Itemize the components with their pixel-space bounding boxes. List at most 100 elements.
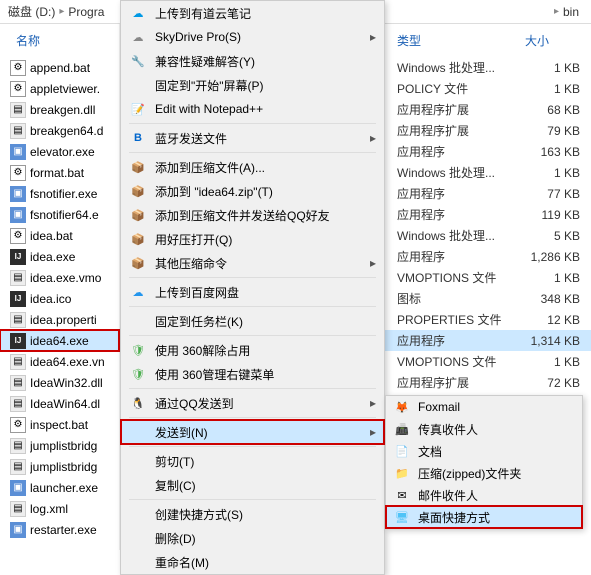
- menu-icon: 🛡: [129, 341, 147, 359]
- file-row[interactable]: IJidea64.exe: [0, 330, 119, 351]
- bat-icon: ⚙: [10, 417, 26, 433]
- detail-row[interactable]: 应用程序119 KB: [385, 204, 591, 225]
- menu-item[interactable]: 📦其他压缩命令▸: [121, 251, 384, 275]
- bc-folder[interactable]: Progra: [68, 5, 104, 19]
- menu-item[interactable]: 重命名(M): [121, 550, 384, 574]
- detail-row[interactable]: 应用程序163 KB: [385, 141, 591, 162]
- detail-row[interactable]: Windows 批处理...1 KB: [385, 57, 591, 78]
- detail-row[interactable]: 应用程序扩展72 KB: [385, 372, 591, 393]
- file-row[interactable]: ⚙format.bat: [0, 162, 119, 183]
- file-size: 119 KB: [525, 208, 580, 222]
- column-header-name[interactable]: 名称: [0, 24, 119, 57]
- menu-item[interactable]: B蓝牙发送文件▸: [121, 126, 384, 150]
- file-name: idea64.exe.vn: [30, 355, 105, 369]
- detail-row[interactable]: 应用程序77 KB: [385, 183, 591, 204]
- detail-row[interactable]: VMOPTIONS 文件1 KB: [385, 267, 591, 288]
- submenu-item[interactable]: 📁压缩(zipped)文件夹: [386, 462, 582, 484]
- menu-item[interactable]: 复制(C): [121, 473, 384, 497]
- file-row[interactable]: ▤breakgen64.d: [0, 120, 119, 141]
- menu-icon: [129, 505, 147, 523]
- file-row[interactable]: ▣restarter.exe: [0, 519, 119, 540]
- file-row[interactable]: ▣launcher.exe: [0, 477, 119, 498]
- menu-item[interactable]: 🛡使用 360管理右键菜单: [121, 362, 384, 386]
- file-row[interactable]: ⚙idea.bat: [0, 225, 119, 246]
- detail-row[interactable]: 应用程序1,286 KB: [385, 246, 591, 267]
- menu-item[interactable]: 📦添加到压缩文件并发送给QQ好友: [121, 203, 384, 227]
- file-row[interactable]: ▤idea.exe.vmo: [0, 267, 119, 288]
- column-header-type[interactable]: 类型: [397, 32, 525, 49]
- menu-separator: [129, 388, 376, 389]
- file-row[interactable]: ⚙append.bat: [0, 57, 119, 78]
- file-size: 1,314 KB: [525, 334, 580, 348]
- menu-label: 用好压打开(Q): [155, 231, 376, 248]
- ij-icon: IJ: [10, 291, 26, 307]
- menu-item[interactable]: 🐧通过QQ发送到▸: [121, 391, 384, 415]
- bc-end[interactable]: bin: [563, 5, 579, 19]
- bc-disk[interactable]: 磁盘 (D:): [8, 3, 55, 20]
- menu-item[interactable]: 删除(D): [121, 526, 384, 550]
- file-row[interactable]: ▤IdeaWin32.dll: [0, 372, 119, 393]
- file-row[interactable]: ▤idea.properti: [0, 309, 119, 330]
- menu-icon: [129, 476, 147, 494]
- file-row[interactable]: ▤jumplistbridg: [0, 456, 119, 477]
- submenu-item[interactable]: 🖥桌面快捷方式: [386, 506, 582, 528]
- menu-icon: [129, 452, 147, 470]
- detail-row[interactable]: POLICY 文件1 KB: [385, 78, 591, 99]
- file-type: POLICY 文件: [397, 80, 525, 97]
- detail-row[interactable]: 应用程序扩展79 KB: [385, 120, 591, 141]
- dll-icon: ▤: [10, 438, 26, 454]
- menu-separator: [129, 277, 376, 278]
- file-row[interactable]: ⚙appletviewer.: [0, 78, 119, 99]
- menu-item[interactable]: 📦添加到压缩文件(A)...: [121, 155, 384, 179]
- menu-item[interactable]: 📝Edit with Notepad++: [121, 97, 384, 121]
- menu-item[interactable]: 🔧兼容性疑难解答(Y): [121, 49, 384, 73]
- file-row[interactable]: ▣elevator.exe: [0, 141, 119, 162]
- menu-label: Edit with Notepad++: [155, 102, 376, 116]
- menu-item[interactable]: ☁上传到百度网盘: [121, 280, 384, 304]
- menu-item[interactable]: 发送到(N)▸: [121, 420, 384, 444]
- file-row[interactable]: ▤idea64.exe.vn: [0, 351, 119, 372]
- menu-label: 重命名(M): [155, 554, 376, 571]
- detail-row[interactable]: Windows 批处理...5 KB: [385, 225, 591, 246]
- file-type: 应用程序: [397, 206, 525, 223]
- menu-label: 通过QQ发送到: [155, 395, 362, 412]
- menu-icon: 📦: [129, 206, 147, 224]
- file-name: idea.exe: [30, 250, 75, 264]
- submenu-label: 桌面快捷方式: [418, 509, 490, 526]
- detail-row[interactable]: 应用程序1,314 KB: [385, 330, 591, 351]
- file-row[interactable]: ▤breakgen.dll: [0, 99, 119, 120]
- file-row[interactable]: ▤IdeaWin64.dl: [0, 393, 119, 414]
- file-row[interactable]: IJidea.exe: [0, 246, 119, 267]
- menu-item[interactable]: 剪切(T): [121, 449, 384, 473]
- menu-item[interactable]: ☁上传到有道云笔记: [121, 1, 384, 25]
- file-type: 应用程序: [397, 248, 525, 265]
- menu-item[interactable]: 固定到"开始"屏幕(P): [121, 73, 384, 97]
- file-row[interactable]: ▣fsnotifier64.e: [0, 204, 119, 225]
- menu-item[interactable]: 创建快捷方式(S): [121, 502, 384, 526]
- exe-icon: ▣: [10, 186, 26, 202]
- menu-item[interactable]: 📦添加到 "idea64.zip"(T): [121, 179, 384, 203]
- menu-label: 添加到 "idea64.zip"(T): [155, 183, 376, 200]
- column-header-size[interactable]: 大小: [525, 32, 549, 49]
- menu-item[interactable]: 🛡使用 360解除占用: [121, 338, 384, 362]
- menu-separator: [129, 499, 376, 500]
- submenu-item[interactable]: ✉邮件收件人: [386, 484, 582, 506]
- submenu-item[interactable]: 📄文档: [386, 440, 582, 462]
- file-row[interactable]: ▣fsnotifier.exe: [0, 183, 119, 204]
- detail-row[interactable]: 图标348 KB: [385, 288, 591, 309]
- file-row[interactable]: ⚙inspect.bat: [0, 414, 119, 435]
- detail-row[interactable]: VMOPTIONS 文件1 KB: [385, 351, 591, 372]
- file-row[interactable]: ▤jumplistbridg: [0, 435, 119, 456]
- detail-row[interactable]: Windows 批处理...1 KB: [385, 162, 591, 183]
- submenu-icon: ✉: [394, 487, 410, 503]
- menu-separator: [129, 446, 376, 447]
- submenu-item[interactable]: 📠传真收件人: [386, 418, 582, 440]
- file-row[interactable]: ▤log.xml: [0, 498, 119, 519]
- menu-item[interactable]: 📦用好压打开(Q): [121, 227, 384, 251]
- detail-row[interactable]: 应用程序扩展68 KB: [385, 99, 591, 120]
- file-row[interactable]: IJidea.ico: [0, 288, 119, 309]
- detail-row[interactable]: PROPERTIES 文件12 KB: [385, 309, 591, 330]
- menu-item[interactable]: 固定到任务栏(K): [121, 309, 384, 333]
- submenu-item[interactable]: 🦊Foxmail: [386, 396, 582, 418]
- menu-item[interactable]: ☁SkyDrive Pro(S)▸: [121, 25, 384, 49]
